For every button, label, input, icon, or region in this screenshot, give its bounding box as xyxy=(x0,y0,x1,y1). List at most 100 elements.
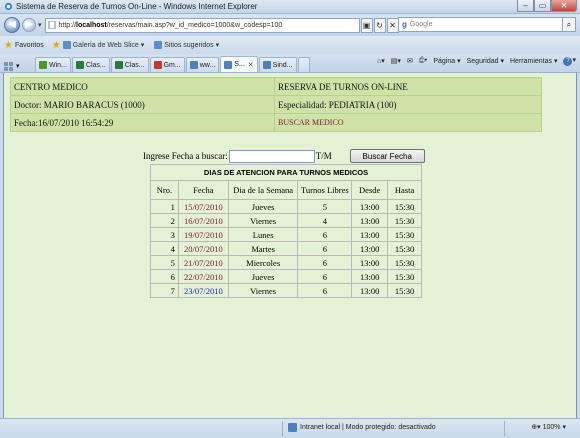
cell-libres: 6 xyxy=(297,269,353,284)
cell-dia: Martes xyxy=(227,241,299,256)
search-date-button[interactable]: Buscar Fecha xyxy=(349,149,425,163)
refresh-icon[interactable]: ↻ xyxy=(373,17,386,33)
cell-libres: 6 xyxy=(297,283,353,298)
cell-dia: Jueves xyxy=(227,269,299,284)
cell-dia: Jueves xyxy=(227,199,299,214)
cell-fecha-link[interactable]: 20/07/2010 xyxy=(177,241,229,256)
tab-3[interactable]: Gm... xyxy=(149,57,185,72)
tab-4[interactable]: ww... xyxy=(185,57,220,72)
favorite-link-label: Galería de Web Slice ▾ xyxy=(72,42,145,49)
cell-nro: 1 xyxy=(150,199,179,214)
cell-fecha-link[interactable]: 21/07/2010 xyxy=(177,255,229,270)
tab-0[interactable]: Win... xyxy=(35,57,71,72)
address-input[interactable]: http://localhost/reservas/main.asp?w_id_… xyxy=(44,17,360,33)
tab-close-icon[interactable]: ✕ xyxy=(248,61,254,69)
help-dropdown: ▾ xyxy=(572,57,576,64)
cell-nro: 3 xyxy=(150,227,179,242)
col-header-hasta: Hasta xyxy=(387,180,422,200)
page-icon xyxy=(48,21,56,29)
maximize-button[interactable]: ▭ xyxy=(534,0,551,12)
tab-label: Win... xyxy=(49,61,67,69)
tab-favicon xyxy=(189,61,198,69)
search-input[interactable]: g Google xyxy=(398,17,563,32)
table-title: DIAS DE ATENCION PARA TURNOS MEDICOS xyxy=(150,164,422,181)
cell-desde: 13:00 xyxy=(351,255,389,270)
zoom-control[interactable]: ⊕▾ 100% ▾ xyxy=(531,423,566,431)
security-zone[interactable]: Intranet local | Modo protegido: desacti… xyxy=(288,423,436,432)
tab-5-active[interactable]: S... ✕ xyxy=(220,56,258,72)
cell-fecha-link[interactable]: 16/07/2010 xyxy=(177,213,229,228)
tab-label: S... xyxy=(234,61,245,68)
tab-6[interactable]: Sind... xyxy=(258,57,297,72)
tab-2[interactable]: Clas... xyxy=(110,57,149,72)
tab-label: Sind... xyxy=(272,61,293,69)
cell-dia: Viernes xyxy=(227,213,299,228)
compatibility-icon[interactable]: ▣ xyxy=(360,17,373,33)
appointments-table: DIAS DE ATENCION PARA TURNOS MEDICOS Nro… xyxy=(150,164,422,298)
favorites-button[interactable]: ★ Favoritos xyxy=(4,40,44,51)
cell-libres: 5 xyxy=(297,199,353,214)
tab-1[interactable]: Clas... xyxy=(71,57,110,72)
cell-hasta: 15:30 xyxy=(387,255,422,270)
cell-hasta: 15:30 xyxy=(387,227,422,242)
webslice-icon xyxy=(62,41,71,49)
cell-desde: 13:00 xyxy=(351,213,389,228)
help-menu[interactable]: ? ▾ xyxy=(563,56,576,66)
tab-list-dropdown-icon[interactable]: ▾ xyxy=(16,62,20,72)
new-tab-button[interactable] xyxy=(297,57,310,72)
page-menu[interactable]: Página ▾ xyxy=(433,57,460,65)
page-content: CENTRO MEDICO RESERVA DE TURNOS ON-LINE … xyxy=(3,73,577,418)
recent-pages-dropdown-icon[interactable]: ▾ xyxy=(38,21,42,29)
doctor-name: Doctor: MARIO BARACUS (1000) xyxy=(10,95,275,114)
add-favorite-icon[interactable]: ★ xyxy=(52,40,61,51)
print-icon[interactable]: ⎙▾ xyxy=(419,57,428,65)
tab-favicon xyxy=(262,61,271,69)
cell-desde: 13:00 xyxy=(351,227,389,242)
cell-fecha-link[interactable]: 22/07/2010 xyxy=(177,269,229,284)
appointments-body: 1 15/07/2010 Jueves 5 13:00 15:30 2 16/07/2010 V… xyxy=(150,199,422,298)
back-button[interactable]: ◀ xyxy=(4,17,20,33)
table-row: 2 16/07/2010 Viernes 4 13:00 15:30 xyxy=(150,213,422,228)
stop-icon[interactable]: ✕ xyxy=(386,17,399,33)
cell-libres: 6 xyxy=(297,241,353,256)
cell-fecha-link[interactable]: 19/07/2010 xyxy=(177,227,229,242)
col-header-dia: Dia de la Semana xyxy=(227,180,299,200)
window-title: Sistema de Reserva de Turnos On-Line - W… xyxy=(16,2,258,11)
favorite-link-webslice[interactable]: Galería de Web Slice ▾ xyxy=(62,41,145,49)
favorite-link-suggested[interactable]: Sitios sugeridos ▾ xyxy=(154,41,219,49)
title-bar: Sistema de Reserva de Turnos On-Line - W… xyxy=(0,0,580,14)
google-icon: g xyxy=(402,20,407,29)
search-icon[interactable]: ⌕ xyxy=(562,17,576,32)
search-doctor-link[interactable]: BUSCAR MEDICO xyxy=(274,113,542,132)
safety-menu[interactable]: Seguridad ▾ xyxy=(467,57,504,65)
tab-favicon xyxy=(153,61,162,69)
forward-button[interactable]: ▶ xyxy=(22,18,36,32)
close-button[interactable]: ✕ xyxy=(551,0,577,12)
cell-fecha-link[interactable]: 15/07/2010 xyxy=(177,199,229,214)
quick-tabs[interactable]: ▾ xyxy=(4,62,32,72)
date-search-label: Ingrese Fecha a buscar: xyxy=(143,151,228,161)
table-row: 6 22/07/2010 Jueves 6 13:00 15:30 xyxy=(150,269,422,284)
minimize-button[interactable]: – xyxy=(517,0,534,12)
home-icon[interactable]: ⌂▾ xyxy=(377,57,385,65)
cell-hasta: 15:30 xyxy=(387,283,422,298)
feeds-icon[interactable]: ▤▾ xyxy=(391,57,401,65)
table-row: 4 20/07/2010 Martes 6 13:00 15:30 xyxy=(150,241,422,256)
date-search-input[interactable] xyxy=(228,149,315,163)
ie-app-icon xyxy=(4,2,13,11)
cell-dia: Miercoles xyxy=(227,255,299,270)
cell-desde: 13:00 xyxy=(351,241,389,256)
tools-menu[interactable]: Herramientas ▾ xyxy=(510,57,557,65)
col-header-libres: Turnos Libres xyxy=(297,180,353,200)
read-mail-icon[interactable]: ✉ xyxy=(407,57,413,65)
center-name: CENTRO MEDICO xyxy=(10,77,275,96)
favorites-star-icon: ★ xyxy=(4,39,13,51)
cell-nro: 4 xyxy=(150,241,179,256)
col-header-desde: Desde xyxy=(351,180,389,200)
table-row: 5 21/07/2010 Miercoles 6 13:00 15:30 xyxy=(150,255,422,270)
cell-libres: 4 xyxy=(297,213,353,228)
cell-fecha-link[interactable]: 23/07/2010 xyxy=(177,283,229,298)
status-divider xyxy=(282,421,283,436)
status-bar: Intranet local | Modo protegido: desacti… xyxy=(0,418,580,438)
cell-nro: 7 xyxy=(150,283,179,298)
